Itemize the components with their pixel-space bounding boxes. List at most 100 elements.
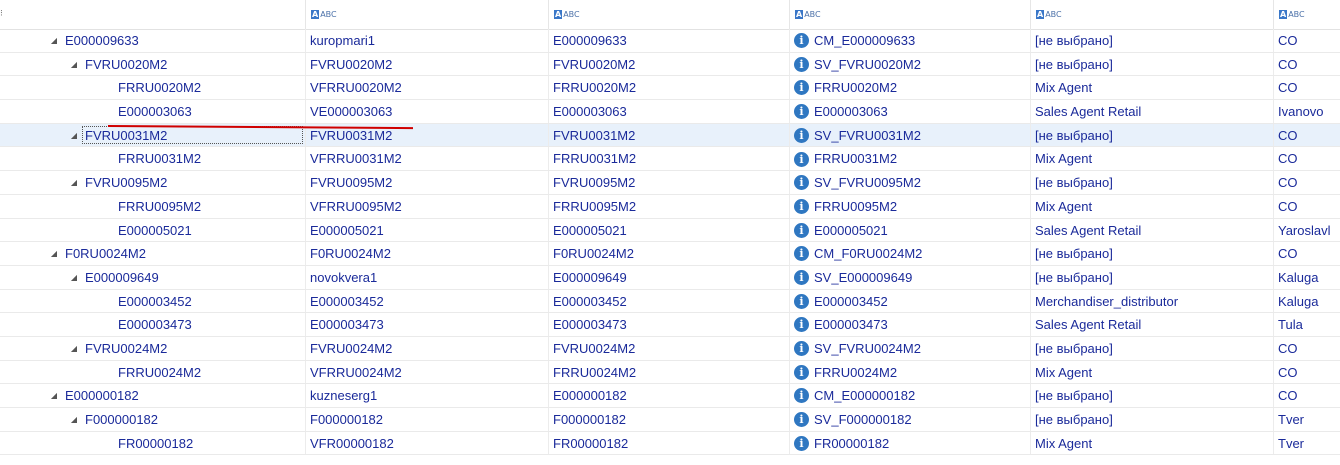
cell-col-5[interactable]: Tver (1274, 408, 1340, 431)
info-icon[interactable]: i (794, 104, 809, 120)
table-row[interactable]: FR00000182 VFR00000182 FR00000182 i FR000001… (0, 431, 1340, 456)
expanded-triangle-icon[interactable]: ◢ (69, 266, 79, 289)
info-icon[interactable]: i (794, 317, 809, 333)
info-icon[interactable]: i (794, 198, 809, 214)
cell-col-3[interactable]: i CM_E000000182 (790, 384, 1031, 407)
info-icon[interactable]: i (794, 388, 809, 404)
cell-col-5[interactable]: Kaluga (1274, 266, 1340, 289)
expanded-triangle-icon[interactable]: ◢ (69, 53, 79, 76)
cell-col-1[interactable]: FVRU0024M2 (306, 336, 549, 360)
cell-col-3[interactable]: i SV_FVRU0024M2 (790, 336, 1031, 360)
table-row[interactable]: E000003452 E000003452 E000003452 i E00000345… (0, 289, 1340, 314)
cell-col-5[interactable]: Ivanovo (1274, 100, 1340, 123)
cell-col-3[interactable]: i CM_E000009633 (790, 29, 1031, 52)
cell-col-4[interactable]: Sales Agent Retail (1031, 100, 1274, 123)
cell-col-2[interactable]: FVRU0020M2 (549, 52, 790, 76)
expanded-triangle-icon[interactable]: ◢ (69, 124, 79, 147)
cell-col-2[interactable]: F000000182 (549, 408, 790, 431)
cell-col-5[interactable]: Kaluga (1274, 290, 1340, 313)
cell-col-2[interactable]: E000000182 (549, 384, 790, 407)
table-row[interactable]: E000003473 E000003473 E000003473 i E00000347… (0, 313, 1340, 337)
table-row[interactable]: ◢ E000009633 kuropmari1 E000009633 i CM_E0000… (0, 29, 1340, 53)
tree-cell[interactable]: E000003452 (0, 289, 306, 313)
cell-col-5[interactable]: CO (1274, 361, 1340, 384)
expanded-triangle-icon[interactable]: ◢ (49, 29, 59, 52)
cell-col-4[interactable]: [не выбрано] (1031, 384, 1274, 407)
table-row[interactable]: FRRU0020M2 VFRRU0020M2 FRRU0020M2 i FRRU0020… (0, 76, 1340, 101)
tree-cell[interactable]: ◢ E000009633 (0, 29, 306, 52)
cell-col-5[interactable]: CO (1274, 384, 1340, 407)
cell-col-5[interactable]: CO (1274, 124, 1340, 147)
cell-col-1[interactable]: VFRRU0095M2 (306, 194, 549, 218)
cell-col-3[interactable]: i FR00000182 (790, 431, 1031, 455)
cell-col-3[interactable]: i E000003473 (790, 313, 1031, 336)
cell-col-4[interactable]: [не выбрано] (1031, 52, 1274, 76)
cell-col-5[interactable]: CO (1274, 147, 1340, 170)
table-row[interactable]: ◢ FVRU0020M2 FVRU0020M2 FVRU0020M2 i SV_FVRU0… (0, 52, 1340, 77)
cell-col-4[interactable]: [не выбрано] (1031, 336, 1274, 360)
column-header-1[interactable]: A ABC (306, 0, 549, 29)
table-row[interactable]: E000003063 VE000003063 E000003063 i E0000030… (0, 100, 1340, 124)
info-icon[interactable]: i (794, 175, 809, 191)
info-icon[interactable]: i (794, 293, 809, 309)
cell-col-4[interactable]: Mix Agent (1031, 431, 1274, 455)
cell-col-2[interactable]: E000009649 (549, 265, 790, 289)
cell-col-1[interactable]: VFRRU0020M2 (306, 76, 549, 100)
tree-cell[interactable]: FR00000182 (0, 431, 306, 455)
cell-col-2[interactable]: FRRU0024M2 (549, 360, 790, 384)
cell-col-1[interactable]: FVRU0095M2 (306, 171, 549, 194)
cell-col-1[interactable]: F000000182 (306, 408, 549, 431)
tree-cell[interactable]: ◢ E000000182 (0, 384, 306, 407)
expanded-triangle-icon[interactable]: ◢ (69, 408, 79, 431)
tree-cell[interactable]: ◢ FVRU0095M2 (0, 171, 306, 194)
info-icon[interactable]: i (794, 33, 809, 49)
info-icon[interactable]: i (794, 246, 809, 262)
cell-col-5[interactable]: CO (1274, 76, 1340, 99)
column-header-4[interactable]: A ABC (1031, 0, 1274, 29)
cell-col-4[interactable]: Mix Agent (1031, 194, 1274, 218)
cell-col-4[interactable]: Merchandiser_distributor (1031, 289, 1274, 313)
cell-col-3[interactable]: i FRRU0031M2 (790, 147, 1031, 171)
cell-col-3[interactable]: i E000005021 (790, 218, 1031, 242)
cell-col-2[interactable]: E000005021 (549, 218, 790, 242)
table-row[interactable]: FRRU0024M2 VFRRU0024M2 FRRU0024M2 i FRRU0024… (0, 360, 1340, 385)
cell-col-4[interactable]: Mix Agent (1031, 147, 1274, 171)
table-row[interactable]: E000005021 E000005021 E000005021 i E00000502… (0, 218, 1340, 243)
cell-col-3[interactable]: i SV_E000009649 (790, 265, 1031, 289)
cell-col-3[interactable]: i E000003063 (790, 100, 1031, 123)
cell-col-1[interactable]: F0RU0024M2 (306, 242, 549, 265)
table-row[interactable]: FRRU0095M2 VFRRU0095M2 FRRU0095M2 i FRRU0095… (0, 194, 1340, 219)
cell-col-2[interactable]: FVRU0095M2 (549, 171, 790, 194)
cell-col-4[interactable]: [не выбрано] (1031, 123, 1274, 147)
tree-cell[interactable]: ◢ FVRU0024M2 (0, 336, 306, 360)
table-row[interactable]: ◢ F0RU0024M2 F0RU0024M2 F0RU0024M2 i CM_F0RU0… (0, 242, 1340, 266)
cell-col-3[interactable]: i FRRU0024M2 (790, 360, 1031, 384)
cell-col-2[interactable]: FRRU0095M2 (549, 194, 790, 218)
table-row[interactable]: ◢ E000009649 novokvera1 E000009649 i SV_E0000… (0, 265, 1340, 290)
cell-col-5[interactable]: Yaroslavl (1274, 219, 1340, 242)
cell-col-3[interactable]: i E000003452 (790, 289, 1031, 313)
info-icon[interactable]: i (794, 80, 809, 96)
cell-col-4[interactable]: [не выбрано] (1031, 408, 1274, 431)
tree-cell[interactable]: FRRU0020M2 (0, 76, 306, 100)
cell-col-3[interactable]: i CM_F0RU0024M2 (790, 242, 1031, 265)
cell-col-2[interactable]: FVRU0024M2 (549, 336, 790, 360)
cell-col-1[interactable]: kuzneserg1 (306, 384, 549, 407)
cell-col-3[interactable]: i SV_FVRU0095M2 (790, 171, 1031, 194)
cell-col-5[interactable]: CO (1274, 53, 1340, 76)
cell-col-1[interactable]: VE000003063 (306, 100, 549, 123)
column-header-3[interactable]: A ABC (790, 0, 1031, 29)
info-icon[interactable]: i (794, 151, 809, 167)
cell-col-1[interactable]: kuropmari1 (306, 29, 549, 52)
cell-col-2[interactable]: E000003452 (549, 289, 790, 313)
cell-col-3[interactable]: i FRRU0095M2 (790, 194, 1031, 218)
info-icon[interactable]: i (794, 364, 809, 380)
info-icon[interactable]: i (794, 127, 809, 143)
tree-cell[interactable]: ◢ F0RU0024M2 (0, 242, 306, 265)
info-icon[interactable]: i (794, 341, 809, 356)
cell-col-2[interactable]: E000003063 (549, 100, 790, 123)
tree-cell[interactable]: ◢ E000009649 (0, 265, 306, 289)
cell-col-5[interactable]: CO (1274, 195, 1340, 218)
cell-col-2[interactable]: E000003473 (549, 313, 790, 336)
info-icon[interactable]: i (794, 56, 809, 72)
